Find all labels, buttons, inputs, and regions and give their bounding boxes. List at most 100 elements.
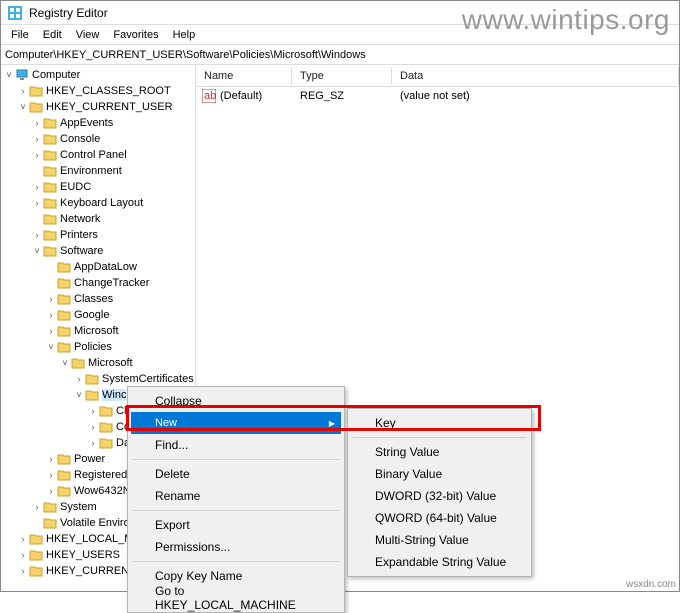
tree-item-label: Classes — [74, 293, 113, 305]
tree-item-label: Computer — [32, 69, 80, 81]
expander-icon[interactable]: › — [87, 422, 99, 432]
list-header: Name Type Data — [196, 65, 679, 87]
tree-item-software[interactable]: ˅ Software — [1, 243, 195, 259]
tree-item-policies[interactable]: ˅ Policies — [1, 339, 195, 355]
tree-item-label: System — [60, 501, 97, 513]
expander-icon[interactable]: ˅ — [17, 102, 29, 112]
expander-icon[interactable]: › — [31, 198, 43, 208]
tree-item-label: AppEvents — [60, 117, 113, 129]
expander-icon[interactable]: › — [87, 438, 99, 448]
tree-item-controlpanel[interactable]: › Control Panel — [1, 147, 195, 163]
submenu-arrow-icon: ▶ — [329, 419, 335, 428]
window-title: Registry Editor — [29, 6, 108, 20]
col-header-type[interactable]: Type — [292, 67, 392, 85]
tree-item-eudc[interactable]: › EUDC — [1, 179, 195, 195]
expander-icon[interactable]: › — [45, 326, 57, 336]
ctx-rename[interactable]: Rename — [131, 485, 341, 507]
expander-icon[interactable]: › — [31, 134, 43, 144]
submenu-multistring[interactable]: Multi-String Value — [351, 529, 528, 551]
menu-file[interactable]: File — [5, 27, 35, 43]
tree-item-changetracker[interactable]: ChangeTracker — [1, 275, 195, 291]
tree-item-label: Keyboard Layout — [60, 197, 143, 209]
ctx-new[interactable]: New ▶ — [131, 412, 341, 434]
menu-edit[interactable]: Edit — [37, 27, 68, 43]
expander-icon[interactable]: › — [17, 566, 29, 576]
submenu-key[interactable]: Key — [351, 412, 528, 434]
menu-favorites[interactable]: Favorites — [107, 27, 164, 43]
expander-icon[interactable]: › — [17, 534, 29, 544]
col-header-name[interactable]: Name — [196, 67, 292, 85]
ctx-find[interactable]: Find... — [131, 434, 341, 456]
tree-item-label: Console — [60, 133, 100, 145]
menu-help[interactable]: Help — [167, 27, 202, 43]
menu-view[interactable]: View — [70, 27, 106, 43]
svg-text:ab: ab — [204, 90, 216, 102]
submenu-expstring[interactable]: Expandable String Value — [351, 551, 528, 573]
tree-item-environment[interactable]: Environment — [1, 163, 195, 179]
expander-icon[interactable]: › — [31, 502, 43, 512]
ctx-new-label: New — [155, 417, 177, 429]
expander-icon[interactable]: › — [31, 230, 43, 240]
expander-icon[interactable]: › — [45, 470, 57, 480]
tree-item-label: RegisteredA — [74, 469, 135, 481]
expander-icon[interactable]: › — [17, 550, 29, 560]
address-text: Computer\HKEY_CURRENT_USER\Software\Poli… — [5, 49, 366, 61]
expander-icon[interactable]: ˅ — [73, 390, 85, 400]
ctx-export[interactable]: Export — [131, 514, 341, 536]
submenu-qword[interactable]: QWORD (64-bit) Value — [351, 507, 528, 529]
expander-icon[interactable]: › — [31, 182, 43, 192]
list-row[interactable]: ab (Default) REG_SZ (value not set) — [196, 87, 679, 105]
ctx-permissions[interactable]: Permissions... — [131, 536, 341, 558]
tree-item-microsoft2[interactable]: ˅ Microsoft — [1, 355, 195, 371]
tree-item-label: SystemCertificates — [102, 373, 194, 385]
expander-icon[interactable]: › — [31, 150, 43, 160]
tree-item-hkcr[interactable]: › HKEY_CLASSES_ROOT — [1, 83, 195, 99]
tree-item-printers[interactable]: › Printers — [1, 227, 195, 243]
submenu-dword[interactable]: DWORD (32-bit) Value — [351, 485, 528, 507]
tree-item-hkcu[interactable]: ˅ HKEY_CURRENT_USER — [1, 99, 195, 115]
tree-item-microsoft1[interactable]: › Microsoft — [1, 323, 195, 339]
app-icon — [7, 5, 23, 21]
col-header-data[interactable]: Data — [392, 67, 679, 85]
tree-item-label: Software — [60, 245, 103, 257]
tree-item-label: Control Panel — [60, 149, 127, 161]
expander-icon[interactable]: ˅ — [31, 246, 43, 256]
reg-sz-icon: ab — [202, 89, 216, 103]
tree-item-classes[interactable]: › Classes — [1, 291, 195, 307]
separator — [133, 510, 339, 511]
tree-item-network[interactable]: Network — [1, 211, 195, 227]
ctx-collapse[interactable]: Collapse — [131, 390, 341, 412]
tree-item-computer[interactable]: ˅ Computer — [1, 67, 195, 83]
expander-icon[interactable]: › — [17, 86, 29, 96]
ctx-delete[interactable]: Delete — [131, 463, 341, 485]
tree-item-appdatalow[interactable]: AppDataLow — [1, 259, 195, 275]
tree-item-appevents[interactable]: › AppEvents — [1, 115, 195, 131]
expander-icon[interactable]: › — [31, 118, 43, 128]
expander-icon[interactable]: › — [45, 310, 57, 320]
tree-item-syscert[interactable]: › SystemCertificates — [1, 371, 195, 387]
tree-item-google[interactable]: › Google — [1, 307, 195, 323]
expander-icon[interactable]: ˅ — [59, 358, 71, 368]
tree-item-label: HKEY_CLASSES_ROOT — [46, 85, 171, 97]
expander-icon[interactable]: › — [73, 374, 85, 384]
expander-icon[interactable]: ˅ — [3, 70, 15, 80]
tree-item-label: ChangeTracker — [74, 277, 149, 289]
context-menu: Collapse New ▶ Find... Delete Rename Exp… — [127, 386, 345, 613]
tree-item-keyboard[interactable]: › Keyboard Layout — [1, 195, 195, 211]
tree-item-label: Winc — [102, 389, 126, 401]
tree-item-label: Power — [74, 453, 105, 465]
submenu-string[interactable]: String Value — [351, 441, 528, 463]
ctx-goto[interactable]: Go to HKEY_LOCAL_MACHINE — [131, 587, 341, 609]
address-bar[interactable]: Computer\HKEY_CURRENT_USER\Software\Poli… — [1, 45, 679, 65]
row-data: (value not set) — [392, 90, 679, 102]
expander-icon[interactable]: › — [45, 486, 57, 496]
tree-item-label: Microsoft — [88, 357, 133, 369]
tree-item-console[interactable]: › Console — [1, 131, 195, 147]
expander-icon[interactable]: › — [45, 294, 57, 304]
expander-icon[interactable]: › — [45, 454, 57, 464]
submenu-binary[interactable]: Binary Value — [351, 463, 528, 485]
expander-icon[interactable]: › — [87, 406, 99, 416]
tree-item-label: Microsoft — [74, 325, 119, 337]
expander-icon[interactable]: ˅ — [45, 342, 57, 352]
separator — [133, 459, 339, 460]
